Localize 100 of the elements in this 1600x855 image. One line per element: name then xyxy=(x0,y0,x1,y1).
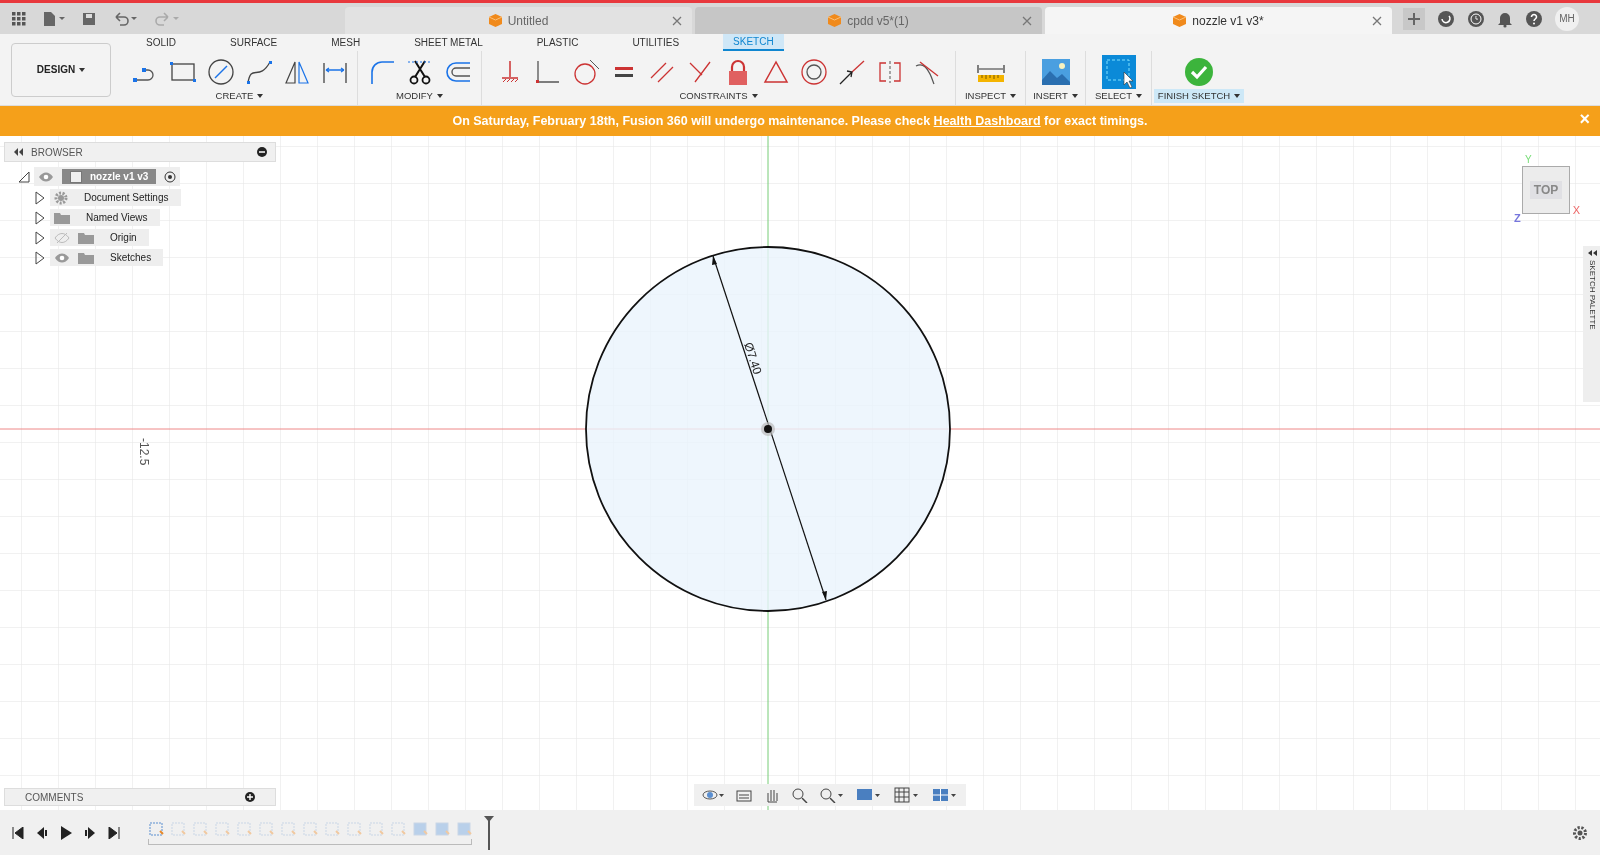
checkmark-icon[interactable] xyxy=(1184,57,1214,87)
look-at-icon[interactable] xyxy=(736,787,752,803)
folder-icon xyxy=(78,231,94,244)
triangle-icon[interactable] xyxy=(761,58,790,86)
caret-icon xyxy=(1071,94,1078,99)
radio-target-icon[interactable] xyxy=(164,170,177,183)
tree-label[interactable]: Origin xyxy=(102,230,145,245)
viewports-icon[interactable] xyxy=(932,787,958,803)
axis-label: Z xyxy=(1514,211,1521,226)
expand-icon[interactable] xyxy=(1586,250,1597,256)
timeline-marker-icon[interactable] xyxy=(484,815,494,850)
midpoint-icon[interactable] xyxy=(837,58,866,86)
save-icon[interactable] xyxy=(82,11,96,26)
spline-icon[interactable] xyxy=(244,58,273,86)
box-icon xyxy=(1173,14,1187,27)
browser-title: BROWSER xyxy=(31,145,84,160)
tool-group-menu[interactable]: INSERT xyxy=(1029,89,1082,104)
tree-item[interactable]: Document Settings xyxy=(50,189,181,206)
collapsed-triangle-icon[interactable] xyxy=(34,230,46,245)
tree-item[interactable]: Named Views xyxy=(50,209,160,226)
caret-icon xyxy=(1234,94,1241,99)
box-icon xyxy=(828,14,842,27)
toolbar-tab[interactable]: SHEET METAL xyxy=(404,34,493,51)
collapsed-triangle-icon[interactable] xyxy=(34,190,46,205)
previous-step-icon[interactable] xyxy=(36,826,48,839)
display-icon[interactable] xyxy=(856,787,882,803)
toolbar-tab[interactable]: MESH xyxy=(321,34,371,51)
tool-group-menu[interactable]: CONSTRAINTS xyxy=(675,89,762,104)
tab-title: nozzle v1 v3* xyxy=(1192,12,1264,30)
play-icon[interactable] xyxy=(60,825,72,840)
workspace-button[interactable]: DESIGN xyxy=(11,42,111,97)
tab-title: Untitled xyxy=(507,12,549,30)
toolbar-tab[interactable]: SOLID xyxy=(136,34,186,51)
caret-icon xyxy=(257,94,264,99)
axis-label: Y xyxy=(1525,153,1532,167)
toolbar-tab[interactable]: PLASTIC xyxy=(526,34,589,51)
tree-label[interactable]: Named Views xyxy=(78,210,156,225)
help-icon[interactable] xyxy=(1525,9,1543,28)
plus-icon xyxy=(1408,12,1420,25)
tool-group-menu[interactable]: SELECT xyxy=(1091,89,1146,104)
folder-icon xyxy=(54,211,70,224)
document-tab[interactable]: nozzle v1 v3* xyxy=(1045,7,1392,34)
select-icon[interactable] xyxy=(1101,55,1136,89)
add-icon[interactable] xyxy=(245,792,255,802)
collapsed-triangle-icon[interactable] xyxy=(34,250,46,265)
minimize-icon[interactable] xyxy=(257,147,267,157)
expanded-triangle-icon[interactable] xyxy=(18,170,30,183)
document-tab[interactable]: cpdd v5*(1) xyxy=(695,7,1042,34)
comments-title: COMMENTS xyxy=(25,790,84,805)
caret-icon xyxy=(751,94,758,99)
first-frame-icon[interactable] xyxy=(12,826,24,839)
tool-group-menu[interactable]: MODIFY xyxy=(392,89,447,104)
banner-message: On Saturday, February 18th, Fusion 360 will undergo maintenance. Please check Health Dashboard for exact timings. xyxy=(452,112,1148,130)
tool-group-menu[interactable]: FINISH SKETCH xyxy=(1153,89,1245,104)
origin-point[interactable] xyxy=(761,422,775,436)
dimension-value[interactable]: Ø7.40 xyxy=(741,340,765,377)
tool-group-menu[interactable]: CREATE xyxy=(211,89,268,104)
tree-label[interactable]: Sketches xyxy=(102,250,160,265)
box-icon xyxy=(488,14,502,27)
orbit-icon[interactable] xyxy=(702,787,724,803)
toolbar-tab[interactable]: SURFACE xyxy=(220,34,288,51)
comments-panel[interactable]: COMMENTS xyxy=(4,788,276,806)
component-name[interactable]: nozzle v1 v3 xyxy=(62,169,157,184)
tree-label[interactable]: Document Settings xyxy=(76,190,177,205)
file-icon[interactable] xyxy=(42,10,66,27)
tree-item[interactable]: nozzle v1 v3 xyxy=(34,167,181,186)
tangent-circle-icon[interactable] xyxy=(571,58,600,86)
next-step-icon[interactable] xyxy=(84,826,96,839)
eye-icon[interactable] xyxy=(38,170,54,183)
apps-grid-icon[interactable] xyxy=(12,11,26,26)
pan-hand-icon[interactable] xyxy=(764,787,780,803)
user-avatar[interactable]: MH xyxy=(1555,6,1579,31)
undo-icon[interactable] xyxy=(112,10,138,27)
clock-icon[interactable] xyxy=(1467,9,1485,28)
tree-item[interactable]: Sketches xyxy=(50,249,164,266)
eye-icon[interactable] xyxy=(54,251,70,264)
corner-icon[interactable] xyxy=(533,58,562,86)
sketch-palette-tab[interactable]: SKETCH PALETTE xyxy=(1583,246,1600,402)
image-icon[interactable] xyxy=(1040,58,1071,86)
close-icon[interactable] xyxy=(672,16,682,26)
tool-group-menu[interactable]: INSPECT xyxy=(960,89,1021,104)
toolbar-tab[interactable]: UTILITIES xyxy=(622,34,690,51)
close-icon[interactable] xyxy=(1372,16,1382,26)
zoom-window-icon[interactable] xyxy=(820,787,844,803)
circle-icon[interactable] xyxy=(206,58,235,86)
collapse-icon[interactable] xyxy=(13,148,23,156)
last-frame-icon[interactable] xyxy=(108,826,120,839)
refresh-icon[interactable] xyxy=(1437,9,1455,28)
document-tab[interactable]: Untitled xyxy=(345,7,692,34)
new-tab-button[interactable] xyxy=(1403,7,1425,30)
concentric-icon[interactable] xyxy=(799,58,828,86)
settings-icon[interactable] xyxy=(1572,824,1588,841)
tree-item[interactable]: Origin xyxy=(50,229,149,246)
grid-icon[interactable] xyxy=(894,787,920,803)
tab-title: cpdd v5*(1) xyxy=(847,12,909,30)
close-icon[interactable] xyxy=(1022,16,1032,26)
axis-reading: -12.5 xyxy=(137,438,151,466)
zoom-icon[interactable] xyxy=(792,787,808,803)
caret-icon xyxy=(436,94,443,99)
collapsed-triangle-icon[interactable] xyxy=(34,210,46,225)
